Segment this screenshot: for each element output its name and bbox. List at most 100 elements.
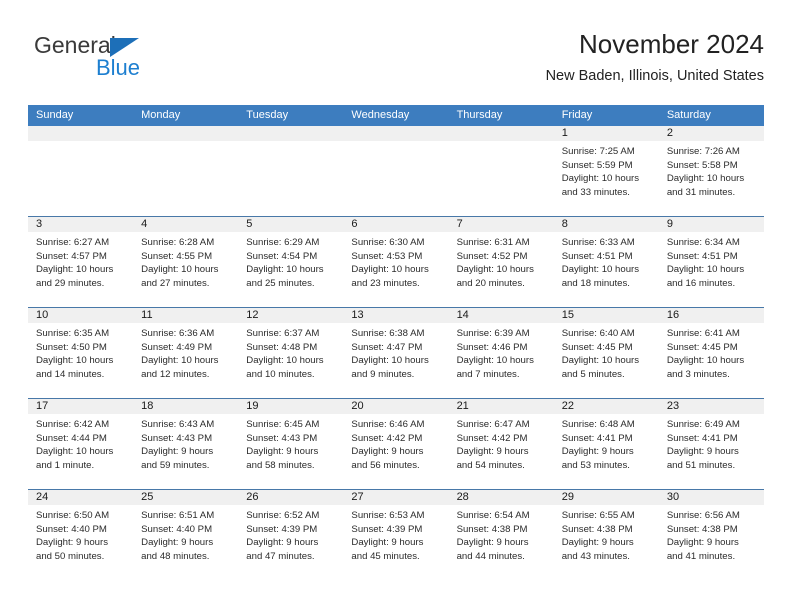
day-detail-line: and 14 minutes.: [36, 368, 105, 380]
day-details: Sunrise: 6:53 AM Sunset: 4:39 PM Daylight:…: [343, 505, 448, 563]
day-details: Sunrise: 6:28 AM Sunset: 4:55 PM Daylight:…: [133, 232, 238, 290]
day-cell[interactable]: 1 Sunrise: 7:25 AM Sunset: 5:59 PM Daylight…: [553, 126, 659, 216]
day-detail-line: and 3 minutes.: [666, 368, 730, 380]
day-details: Sunrise: 6:42 AM Sunset: 4:44 PM Daylight:…: [28, 414, 133, 472]
day-detail-line: Sunrise: 6:36 AM: [141, 328, 215, 339]
day-details: Sunrise: 6:45 AM Sunset: 4:43 PM Daylight:…: [238, 414, 343, 472]
day-cell[interactable]: 26 Sunrise: 6:52 AM Sunset: 4:39 PM Dayligh…: [238, 490, 344, 580]
day-details: Sunrise: 6:37 AM Sunset: 4:48 PM Daylight:…: [238, 323, 343, 381]
day-cell[interactable]: 6 Sunrise: 6:30 AM Sunset: 4:53 PM Daylight…: [343, 217, 449, 307]
day-number: 25: [133, 490, 239, 505]
day-detail-line: Sunset: 4:48 PM: [246, 341, 318, 353]
day-detail-line: Daylight: 10 hours: [246, 355, 324, 367]
day-detail-line: Daylight: 10 hours: [561, 355, 640, 367]
weekday-header-tuesday: Tuesday: [246, 109, 289, 121]
day-detail-line: Sunset: 4:40 PM: [36, 523, 107, 535]
day-cell[interactable]: 15 Sunrise: 6:40 AM Sunset: 4:45 PM Dayligh…: [553, 308, 659, 398]
day-cell[interactable]: 3 Sunrise: 6:27 AM Sunset: 4:57 PM Daylight…: [28, 217, 134, 307]
day-detail-line: and 18 minutes.: [561, 277, 630, 289]
day-cell[interactable]: 22 Sunrise: 6:48 AM Sunset: 4:41 PM Dayligh…: [553, 399, 659, 489]
day-cell[interactable]: 25 Sunrise: 6:51 AM Sunset: 4:40 PM Dayligh…: [133, 490, 239, 580]
day-cell[interactable]: 10 Sunrise: 6:35 AM Sunset: 4:50 PM Dayligh…: [28, 308, 134, 398]
day-detail-line: and 51 minutes.: [666, 459, 736, 471]
day-number: 22: [553, 399, 659, 414]
day-detail-line: and 23 minutes.: [351, 277, 420, 289]
day-cell[interactable]: 4 Sunrise: 6:28 AM Sunset: 4:55 PM Daylight…: [133, 217, 239, 307]
day-cell[interactable]: 20 Sunrise: 6:46 AM Sunset: 4:42 PM Dayligh…: [343, 399, 449, 489]
day-number: 10: [28, 308, 134, 323]
day-detail-line: and 25 minutes.: [246, 277, 315, 289]
day-detail-line: Sunset: 4:42 PM: [351, 432, 423, 444]
day-detail-line: and 7 minutes.: [456, 368, 520, 380]
weekday-header-thursday: Thursday: [456, 109, 503, 121]
day-cell[interactable]: 8 Sunrise: 6:33 AM Sunset: 4:51 PM Daylight…: [553, 217, 659, 307]
day-detail-line: Daylight: 10 hours: [36, 355, 114, 367]
day-detail-line: Sunset: 4:38 PM: [666, 523, 738, 535]
day-detail-line: Sunrise: 6:48 AM: [561, 419, 635, 430]
day-detail-line: Sunrise: 6:54 AM: [456, 510, 530, 521]
day-detail-line: and 20 minutes.: [456, 277, 525, 289]
day-detail-line: Daylight: 10 hours: [666, 173, 745, 185]
day-detail-line: Daylight: 10 hours: [36, 446, 114, 458]
weekday-header-wednesday: Wednesday: [351, 109, 410, 121]
day-detail-line: Sunrise: 6:35 AM: [36, 328, 110, 339]
day-detail-line: Sunrise: 6:31 AM: [456, 237, 530, 248]
day-cell[interactable]: 28 Sunrise: 6:54 AM Sunset: 4:38 PM Dayligh…: [448, 490, 554, 580]
day-detail-line: Sunrise: 6:34 AM: [666, 237, 740, 248]
day-cell[interactable]: 2 Sunrise: 7:26 AM Sunset: 5:58 PM Daylight…: [658, 126, 764, 216]
day-detail-line: Daylight: 10 hours: [456, 264, 534, 276]
day-detail-line: Sunrise: 6:30 AM: [351, 237, 425, 248]
day-details: Sunrise: 6:29 AM Sunset: 4:54 PM Daylight:…: [238, 232, 343, 290]
day-detail-line: Sunset: 4:47 PM: [351, 341, 423, 353]
day-details: Sunrise: 6:43 AM Sunset: 4:43 PM Daylight:…: [133, 414, 238, 472]
day-detail-line: Sunset: 4:42 PM: [456, 432, 528, 444]
day-detail-line: Sunset: 4:49 PM: [141, 341, 213, 353]
day-cell[interactable]: 18 Sunrise: 6:43 AM Sunset: 4:43 PM Dayligh…: [133, 399, 239, 489]
page-subtitle: New Baden, Illinois, United States: [545, 68, 764, 84]
weekday-header-monday: Monday: [141, 109, 181, 121]
day-cell-empty: [448, 126, 554, 216]
day-number: 16: [658, 308, 764, 323]
day-cell[interactable]: 9 Sunrise: 6:34 AM Sunset: 4:51 PM Daylight…: [658, 217, 764, 307]
weekday-header-row: Sunday Monday Tuesday Wednesday Thursday Frid…: [28, 105, 764, 126]
day-number: [133, 126, 239, 141]
day-detail-line: Sunset: 4:54 PM: [246, 250, 318, 262]
day-cell[interactable]: 17 Sunrise: 6:42 AM Sunset: 4:44 PM Dayligh…: [28, 399, 134, 489]
day-cell[interactable]: 24 Sunrise: 6:50 AM Sunset: 4:40 PM Dayligh…: [28, 490, 134, 580]
day-cell[interactable]: 12 Sunrise: 6:37 AM Sunset: 4:48 PM Dayligh…: [238, 308, 344, 398]
page-title: November 2024: [579, 29, 764, 59]
day-detail-line: Sunset: 4:43 PM: [246, 432, 318, 444]
day-cell[interactable]: 30 Sunrise: 6:56 AM Sunset: 4:38 PM Dayligh…: [658, 490, 764, 580]
day-cell[interactable]: 23 Sunrise: 6:49 AM Sunset: 4:41 PM Dayligh…: [658, 399, 764, 489]
day-cell[interactable]: 11 Sunrise: 6:36 AM Sunset: 4:49 PM Dayligh…: [133, 308, 239, 398]
day-cell-empty: [238, 126, 344, 216]
day-detail-line: Sunset: 4:38 PM: [456, 523, 528, 535]
day-details: Sunrise: 7:26 AM Sunset: 5:58 PM Daylight:…: [659, 141, 764, 199]
day-detail-line: Sunrise: 6:52 AM: [246, 510, 320, 521]
day-detail-line: Daylight: 10 hours: [36, 264, 114, 276]
day-cell[interactable]: 27 Sunrise: 6:53 AM Sunset: 4:39 PM Dayligh…: [343, 490, 449, 580]
day-cell[interactable]: 14 Sunrise: 6:39 AM Sunset: 4:46 PM Dayligh…: [448, 308, 554, 398]
day-cell[interactable]: 16 Sunrise: 6:41 AM Sunset: 4:45 PM Dayligh…: [658, 308, 764, 398]
day-detail-line: Sunset: 4:46 PM: [456, 341, 528, 353]
day-details: Sunrise: 6:34 AM Sunset: 4:51 PM Daylight:…: [659, 232, 764, 290]
day-cell[interactable]: 5 Sunrise: 6:29 AM Sunset: 4:54 PM Daylight…: [238, 217, 344, 307]
day-detail-line: Sunrise: 7:26 AM: [666, 146, 740, 157]
day-number: 21: [448, 399, 554, 414]
day-detail-line: and 43 minutes.: [561, 550, 630, 562]
day-detail-line: Daylight: 9 hours: [246, 537, 319, 549]
logo-text-blue: Blue: [96, 55, 141, 80]
day-cell[interactable]: 7 Sunrise: 6:31 AM Sunset: 4:52 PM Daylight…: [448, 217, 554, 307]
day-detail-line: Sunset: 4:51 PM: [666, 250, 738, 262]
general-blue-logo[interactable]: General Blue: [34, 32, 214, 88]
day-detail-line: Daylight: 9 hours: [666, 446, 739, 458]
day-number: 30: [658, 490, 764, 505]
day-cell[interactable]: 19 Sunrise: 6:45 AM Sunset: 4:43 PM Dayligh…: [238, 399, 344, 489]
day-cell[interactable]: 29 Sunrise: 6:55 AM Sunset: 4:38 PM Dayligh…: [553, 490, 659, 580]
day-detail-line: Sunset: 4:55 PM: [141, 250, 213, 262]
day-cell[interactable]: 13 Sunrise: 6:38 AM Sunset: 4:47 PM Dayligh…: [343, 308, 449, 398]
day-cell[interactable]: 21 Sunrise: 6:47 AM Sunset: 4:42 PM Dayligh…: [448, 399, 554, 489]
weekday-header-friday: Friday: [561, 109, 593, 121]
day-detail-line: Daylight: 10 hours: [351, 355, 429, 367]
day-details: Sunrise: 6:33 AM Sunset: 4:51 PM Daylight:…: [554, 232, 659, 290]
